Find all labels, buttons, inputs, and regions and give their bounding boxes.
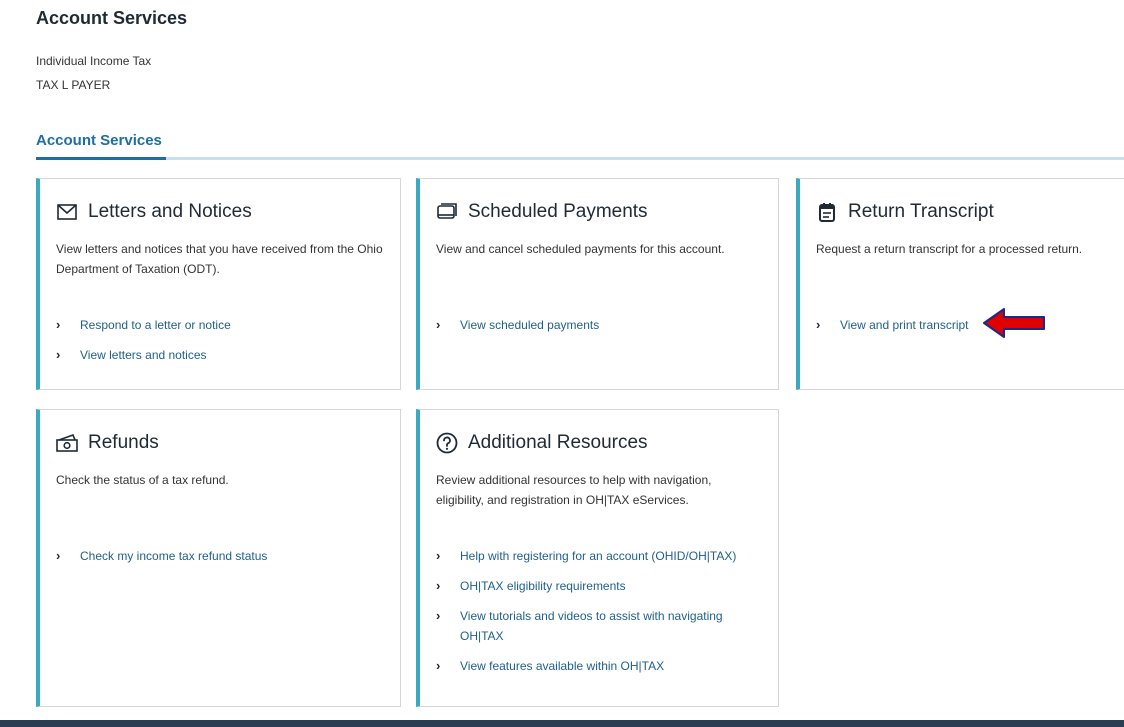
card-scheduled-payments: Scheduled Payments View and cancel sched… (416, 178, 779, 390)
bottom-bar (0, 720, 1124, 727)
chevron-right-icon: › (436, 317, 441, 332)
card-description: View letters and notices that you have r… (56, 242, 383, 276)
envelope-icon (56, 201, 78, 223)
chevron-right-icon: › (436, 578, 441, 593)
link-view-letters[interactable]: › View letters and notices (56, 345, 231, 365)
chevron-right-icon: › (816, 317, 821, 332)
link-respond-letter[interactable]: › Respond to a letter or notice (56, 315, 231, 335)
card-title: Additional Resources (468, 432, 648, 453)
card-title: Scheduled Payments (468, 201, 648, 222)
card-refunds: Refunds Check the status of a tax refund… (36, 409, 401, 707)
chevron-right-icon: › (56, 317, 61, 332)
card-title: Return Transcript (848, 201, 994, 222)
card-return-transcript: Return Transcript Request a return trans… (796, 178, 1124, 390)
account-type: Individual Income Tax (36, 54, 152, 68)
card-letters-and-notices: Letters and Notices View letters and not… (36, 178, 401, 390)
card-title: Refunds (88, 432, 159, 453)
tab-bar: Account Services (36, 130, 1124, 160)
link-help-registering[interactable]: › Help with registering for an account (O… (436, 546, 756, 566)
tab-account-services[interactable]: Account Services (36, 130, 166, 160)
page-title: Account Services (36, 8, 188, 28)
link-view-features[interactable]: › View features available within OH|TAX (436, 656, 756, 676)
card-description: Review additional resources to help with… (436, 473, 712, 507)
link-tutorials-videos[interactable]: › View tutorials and videos to assist wit… (436, 606, 756, 646)
chevron-right-icon: › (56, 548, 61, 563)
cash-icon (56, 432, 78, 454)
chevron-right-icon: › (56, 347, 61, 362)
link-view-scheduled-payments[interactable]: › View scheduled payments (436, 315, 599, 335)
link-view-print-transcript[interactable]: › View and print transcript (816, 315, 969, 335)
chevron-right-icon: › (436, 608, 441, 623)
card-title: Letters and Notices (88, 201, 252, 222)
link-eligibility-requirements[interactable]: › OH|TAX eligibility requirements (436, 576, 756, 596)
card-description: Request a return transcript for a proces… (816, 242, 1083, 256)
payments-icon (436, 201, 458, 223)
chevron-right-icon: › (436, 658, 441, 673)
document-icon (816, 201, 838, 223)
card-additional-resources: Additional Resources Review additional r… (416, 409, 779, 707)
link-check-refund-status[interactable]: › Check my income tax refund status (56, 546, 267, 566)
question-circle-icon (436, 432, 458, 454)
account-name: TAX L PAYER (36, 78, 111, 92)
annotation-arrow-icon (982, 306, 1046, 345)
chevron-right-icon: › (436, 548, 441, 563)
card-description: Check the status of a tax refund. (56, 473, 229, 487)
card-description: View and cancel scheduled payments for t… (436, 242, 725, 256)
